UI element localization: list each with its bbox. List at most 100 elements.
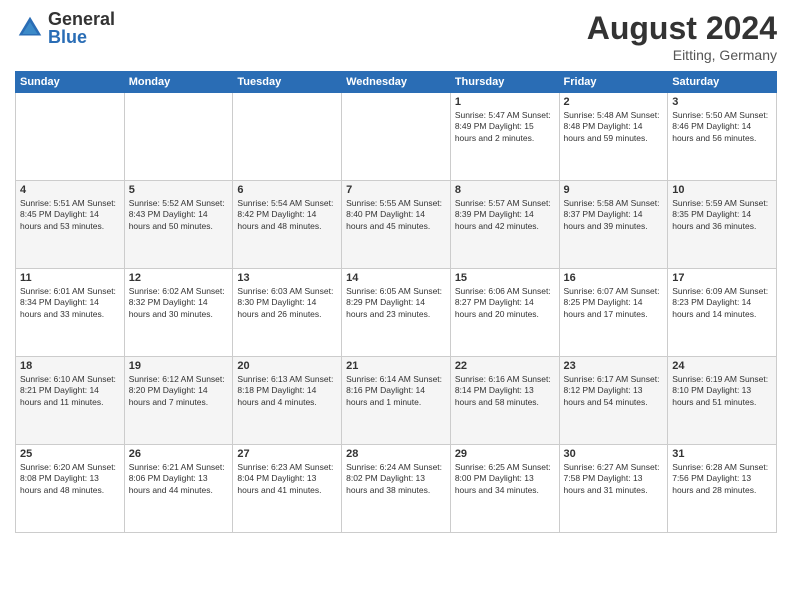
day-content: Sunrise: 5:48 AM Sunset: 8:48 PM Dayligh… [564, 110, 664, 144]
day-content: Sunrise: 5:51 AM Sunset: 8:45 PM Dayligh… [20, 198, 120, 232]
day-content: Sunrise: 6:23 AM Sunset: 8:04 PM Dayligh… [237, 462, 337, 496]
day-cell: 12 Sunrise: 6:02 AM Sunset: 8:32 PM Dayli… [124, 269, 233, 357]
day-number: 28 [346, 448, 446, 460]
day-cell: 29 Sunrise: 6:25 AM Sunset: 8:00 PM Dayli… [450, 445, 559, 533]
day-cell: 18 Sunrise: 6:10 AM Sunset: 8:21 PM Dayli… [16, 357, 125, 445]
day-number: 20 [237, 360, 337, 372]
day-content: Sunrise: 6:13 AM Sunset: 8:18 PM Dayligh… [237, 374, 337, 408]
day-cell: 22 Sunrise: 6:16 AM Sunset: 8:14 PM Dayli… [450, 357, 559, 445]
day-content: Sunrise: 6:02 AM Sunset: 8:32 PM Dayligh… [129, 286, 229, 320]
day-content: Sunrise: 5:59 AM Sunset: 8:35 PM Dayligh… [672, 198, 772, 232]
day-cell: 7Sunrise: 5:55 AM Sunset: 8:40 PM Daylig… [342, 181, 451, 269]
day-content: Sunrise: 6:28 AM Sunset: 7:56 PM Dayligh… [672, 462, 772, 496]
day-number: 12 [129, 272, 229, 284]
day-content: Sunrise: 6:10 AM Sunset: 8:21 PM Dayligh… [20, 374, 120, 408]
day-number: 6 [237, 184, 337, 196]
day-number: 26 [129, 448, 229, 460]
day-content: Sunrise: 5:52 AM Sunset: 8:43 PM Dayligh… [129, 198, 229, 232]
day-cell: 5 Sunrise: 5:52 AM Sunset: 8:43 PM Daylig… [124, 181, 233, 269]
logo-blue-text: Blue [48, 28, 115, 46]
day-cell: 21 Sunrise: 6:14 AM Sunset: 8:16 PM Dayli… [342, 357, 451, 445]
day-cell: 8 Sunrise: 5:57 AM Sunset: 8:39 PM Daylig… [450, 181, 559, 269]
day-number: 2 [564, 96, 664, 108]
day-cell: 17 Sunrise: 6:09 AM Sunset: 8:23 PM Dayli… [668, 269, 777, 357]
day-cell: 28Sunrise: 6:24 AM Sunset: 8:02 PM Dayli… [342, 445, 451, 533]
day-content: Sunrise: 5:57 AM Sunset: 8:39 PM Dayligh… [455, 198, 555, 232]
day-content: Sunrise: 5:58 AM Sunset: 8:37 PM Dayligh… [564, 198, 664, 232]
day-number: 31 [672, 448, 772, 460]
day-content: Sunrise: 6:07 AM Sunset: 8:25 PM Dayligh… [564, 286, 664, 320]
col-header-monday: Monday [124, 72, 233, 93]
day-cell: 20 Sunrise: 6:13 AM Sunset: 8:18 PM Dayli… [233, 357, 342, 445]
day-cell: 13Sunrise: 6:03 AM Sunset: 8:30 PM Dayli… [233, 269, 342, 357]
day-number: 15 [455, 272, 555, 284]
location: Eitting, Germany [587, 47, 777, 63]
day-cell: 10 Sunrise: 5:59 AM Sunset: 8:35 PM Dayli… [668, 181, 777, 269]
day-content: Sunrise: 6:06 AM Sunset: 8:27 PM Dayligh… [455, 286, 555, 320]
day-cell: 1 Sunrise: 5:47 AM Sunset: 8:49 PM Daylig… [450, 93, 559, 181]
day-content: Sunrise: 6:16 AM Sunset: 8:14 PM Dayligh… [455, 374, 555, 408]
week-row-4: 25Sunrise: 6:20 AM Sunset: 8:08 PM Dayli… [16, 445, 777, 533]
day-number: 21 [346, 360, 446, 372]
col-header-sunday: Sunday [16, 72, 125, 93]
header: General Blue August 2024 Eitting, German… [15, 10, 777, 63]
day-content: Sunrise: 6:21 AM Sunset: 8:06 PM Dayligh… [129, 462, 229, 496]
day-cell: 31 Sunrise: 6:28 AM Sunset: 7:56 PM Dayli… [668, 445, 777, 533]
day-cell [124, 93, 233, 181]
day-content: Sunrise: 6:03 AM Sunset: 8:30 PM Dayligh… [237, 286, 337, 320]
calendar-header-row: SundayMondayTuesdayWednesdayThursdayFrid… [16, 72, 777, 93]
col-header-thursday: Thursday [450, 72, 559, 93]
day-cell: 3 Sunrise: 5:50 AM Sunset: 8:46 PM Daylig… [668, 93, 777, 181]
col-header-tuesday: Tuesday [233, 72, 342, 93]
page: General Blue August 2024 Eitting, German… [0, 0, 792, 612]
day-content: Sunrise: 5:50 AM Sunset: 8:46 PM Dayligh… [672, 110, 772, 144]
day-number: 17 [672, 272, 772, 284]
col-header-wednesday: Wednesday [342, 72, 451, 93]
day-number: 14 [346, 272, 446, 284]
day-content: Sunrise: 6:05 AM Sunset: 8:29 PM Dayligh… [346, 286, 446, 320]
day-number: 1 [455, 96, 555, 108]
day-number: 22 [455, 360, 555, 372]
day-number: 16 [564, 272, 664, 284]
day-content: Sunrise: 5:55 AM Sunset: 8:40 PM Dayligh… [346, 198, 446, 232]
day-number: 18 [20, 360, 120, 372]
day-cell: 25Sunrise: 6:20 AM Sunset: 8:08 PM Dayli… [16, 445, 125, 533]
col-header-saturday: Saturday [668, 72, 777, 93]
day-cell [233, 93, 342, 181]
day-number: 3 [672, 96, 772, 108]
day-content: Sunrise: 6:27 AM Sunset: 7:58 PM Dayligh… [564, 462, 664, 496]
day-cell: 19 Sunrise: 6:12 AM Sunset: 8:20 PM Dayli… [124, 357, 233, 445]
logo-icon [15, 13, 45, 43]
week-row-0: 1 Sunrise: 5:47 AM Sunset: 8:49 PM Daylig… [16, 93, 777, 181]
day-number: 27 [237, 448, 337, 460]
day-number: 10 [672, 184, 772, 196]
day-content: Sunrise: 6:14 AM Sunset: 8:16 PM Dayligh… [346, 374, 446, 408]
day-number: 24 [672, 360, 772, 372]
day-content: Sunrise: 6:09 AM Sunset: 8:23 PM Dayligh… [672, 286, 772, 320]
day-cell: 24Sunrise: 6:19 AM Sunset: 8:10 PM Dayli… [668, 357, 777, 445]
day-number: 8 [455, 184, 555, 196]
week-row-2: 11 Sunrise: 6:01 AM Sunset: 8:34 PM Dayli… [16, 269, 777, 357]
day-number: 29 [455, 448, 555, 460]
day-number: 23 [564, 360, 664, 372]
month-year: August 2024 [587, 10, 777, 47]
calendar-table: SundayMondayTuesdayWednesdayThursdayFrid… [15, 71, 777, 533]
day-content: Sunrise: 6:25 AM Sunset: 8:00 PM Dayligh… [455, 462, 555, 496]
day-cell: 11 Sunrise: 6:01 AM Sunset: 8:34 PM Dayli… [16, 269, 125, 357]
day-content: Sunrise: 6:01 AM Sunset: 8:34 PM Dayligh… [20, 286, 120, 320]
day-cell: 14 Sunrise: 6:05 AM Sunset: 8:29 PM Dayli… [342, 269, 451, 357]
day-cell: 30 Sunrise: 6:27 AM Sunset: 7:58 PM Dayli… [559, 445, 668, 533]
day-cell: 16 Sunrise: 6:07 AM Sunset: 8:25 PM Dayli… [559, 269, 668, 357]
logo-text: General Blue [48, 10, 115, 46]
day-number: 30 [564, 448, 664, 460]
day-number: 5 [129, 184, 229, 196]
day-number: 19 [129, 360, 229, 372]
day-content: Sunrise: 6:12 AM Sunset: 8:20 PM Dayligh… [129, 374, 229, 408]
day-content: Sunrise: 6:17 AM Sunset: 8:12 PM Dayligh… [564, 374, 664, 408]
day-cell: 2 Sunrise: 5:48 AM Sunset: 8:48 PM Daylig… [559, 93, 668, 181]
day-cell [342, 93, 451, 181]
day-number: 11 [20, 272, 120, 284]
day-content: Sunrise: 6:20 AM Sunset: 8:08 PM Dayligh… [20, 462, 120, 496]
day-content: Sunrise: 5:47 AM Sunset: 8:49 PM Dayligh… [455, 110, 555, 144]
logo: General Blue [15, 10, 115, 46]
